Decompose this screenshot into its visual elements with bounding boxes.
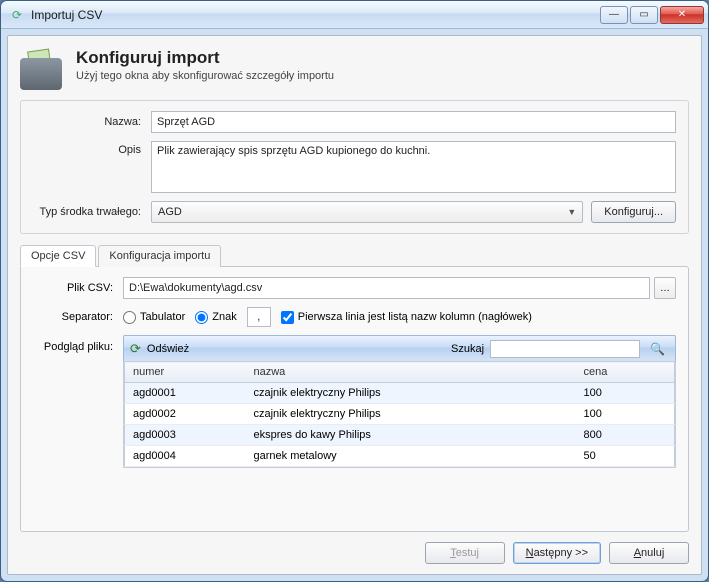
search-label: Szukaj	[451, 343, 484, 355]
minimize-button[interactable]: ―	[600, 6, 628, 24]
maximize-button[interactable]: ▭	[630, 6, 658, 24]
table-cell: 800	[576, 425, 675, 446]
window-title: Importuj CSV	[31, 8, 598, 22]
table-cell: czajnik elektryczny Philips	[246, 383, 576, 404]
table-cell: czajnik elektryczny Philips	[246, 404, 576, 425]
table-row[interactable]: agd0003ekspres do kawy Philips800	[125, 425, 675, 446]
test-button[interactable]: Testuj	[425, 542, 505, 564]
radio-char-label: Znak	[212, 311, 236, 323]
separator-char-input[interactable]	[247, 307, 271, 327]
window-buttons: ― ▭ ✕	[598, 6, 704, 24]
table-cell: agd0003	[125, 425, 246, 446]
preview-pane: ⟳ Odśwież Szukaj 🔍 numer	[123, 335, 676, 468]
preview-table: numer nazwa cena agd0001czajnik elektryc…	[124, 361, 675, 467]
tab-panel-csv: Plik CSV: … Separator: Tabulator Znak	[20, 266, 689, 532]
search-icon[interactable]: 🔍	[646, 342, 669, 356]
table-row[interactable]: agd0002czajnik elektryczny Philips100	[125, 404, 675, 425]
table-row[interactable]: agd0001czajnik elektryczny Philips100	[125, 383, 675, 404]
preview-label: Podgląd pliku:	[33, 335, 123, 353]
table-row[interactable]: agd0004garnek metalowy50	[125, 446, 675, 467]
file-input[interactable]	[123, 277, 650, 299]
browse-button[interactable]: …	[654, 277, 676, 299]
col-numer[interactable]: numer	[125, 362, 246, 383]
tab-import-config[interactable]: Konfiguracja importu	[98, 245, 221, 267]
close-button[interactable]: ✕	[660, 6, 704, 24]
page-title: Konfiguruj import	[76, 48, 334, 68]
type-combo[interactable]: AGD ▼	[151, 201, 583, 223]
table-cell: agd0001	[125, 383, 246, 404]
col-cena[interactable]: cena	[576, 362, 675, 383]
radio-char[interactable]: Znak	[195, 311, 236, 324]
table-cell: ekspres do kawy Philips	[246, 425, 576, 446]
name-label: Nazwa:	[33, 116, 151, 128]
radio-tabulator-label: Tabulator	[140, 311, 185, 323]
table-cell: 100	[576, 383, 675, 404]
radio-tabulator-input[interactable]	[123, 311, 136, 324]
client-area: Konfiguruj import Użyj tego okna aby sko…	[7, 35, 702, 575]
name-input[interactable]	[151, 111, 676, 133]
chevron-down-icon: ▼	[567, 207, 576, 217]
radio-char-input[interactable]	[195, 311, 208, 324]
radio-tabulator[interactable]: Tabulator	[123, 311, 185, 324]
preview-toolbar: ⟳ Odśwież Szukaj 🔍	[123, 335, 676, 361]
basic-group: Nazwa: Opis Typ środka trwałego: AGD ▼ K…	[20, 100, 689, 234]
header-checkbox-label: Pierwsza linia jest listą nazw kolumn (n…	[298, 311, 532, 323]
col-nazwa[interactable]: nazwa	[246, 362, 576, 383]
type-value: AGD	[158, 206, 182, 218]
table-cell: agd0004	[125, 446, 246, 467]
table-cell: garnek metalowy	[246, 446, 576, 467]
type-label: Typ środka trwałego:	[33, 206, 151, 218]
tab-csv-options[interactable]: Opcje CSV	[20, 245, 96, 267]
separator-label: Separator:	[33, 311, 123, 323]
cancel-button[interactable]: Anuluj	[609, 542, 689, 564]
search-input[interactable]	[490, 340, 640, 358]
desc-label: Opis	[33, 141, 151, 156]
header-checkbox-input[interactable]	[281, 311, 294, 324]
desc-input[interactable]	[151, 141, 676, 193]
refresh-label[interactable]: Odśwież	[147, 343, 189, 355]
table-cell: agd0002	[125, 404, 246, 425]
app-icon: ⟳	[9, 7, 25, 23]
table-cell: 100	[576, 404, 675, 425]
table-cell: 50	[576, 446, 675, 467]
page-header: Konfiguruj import Użyj tego okna aby sko…	[20, 48, 689, 90]
next-button[interactable]: Następny >>	[513, 542, 601, 564]
header-checkbox[interactable]: Pierwsza linia jest listą nazw kolumn (n…	[281, 311, 532, 324]
file-label: Plik CSV:	[33, 282, 123, 294]
page-subtitle: Użyj tego okna aby skonfigurować szczegó…	[76, 70, 334, 82]
wallet-icon	[20, 52, 62, 90]
titlebar[interactable]: ⟳ Importuj CSV ― ▭ ✕	[1, 1, 708, 29]
dialog-window: ⟳ Importuj CSV ― ▭ ✕ Konfiguruj import U…	[0, 0, 709, 582]
configure-button[interactable]: Konfiguruj...	[591, 201, 676, 223]
footer-buttons: Testuj Następny >> Anuluj	[20, 542, 689, 564]
tabs: Opcje CSV Konfiguracja importu Plik CSV:…	[20, 244, 689, 532]
refresh-icon[interactable]: ⟳	[130, 341, 141, 357]
